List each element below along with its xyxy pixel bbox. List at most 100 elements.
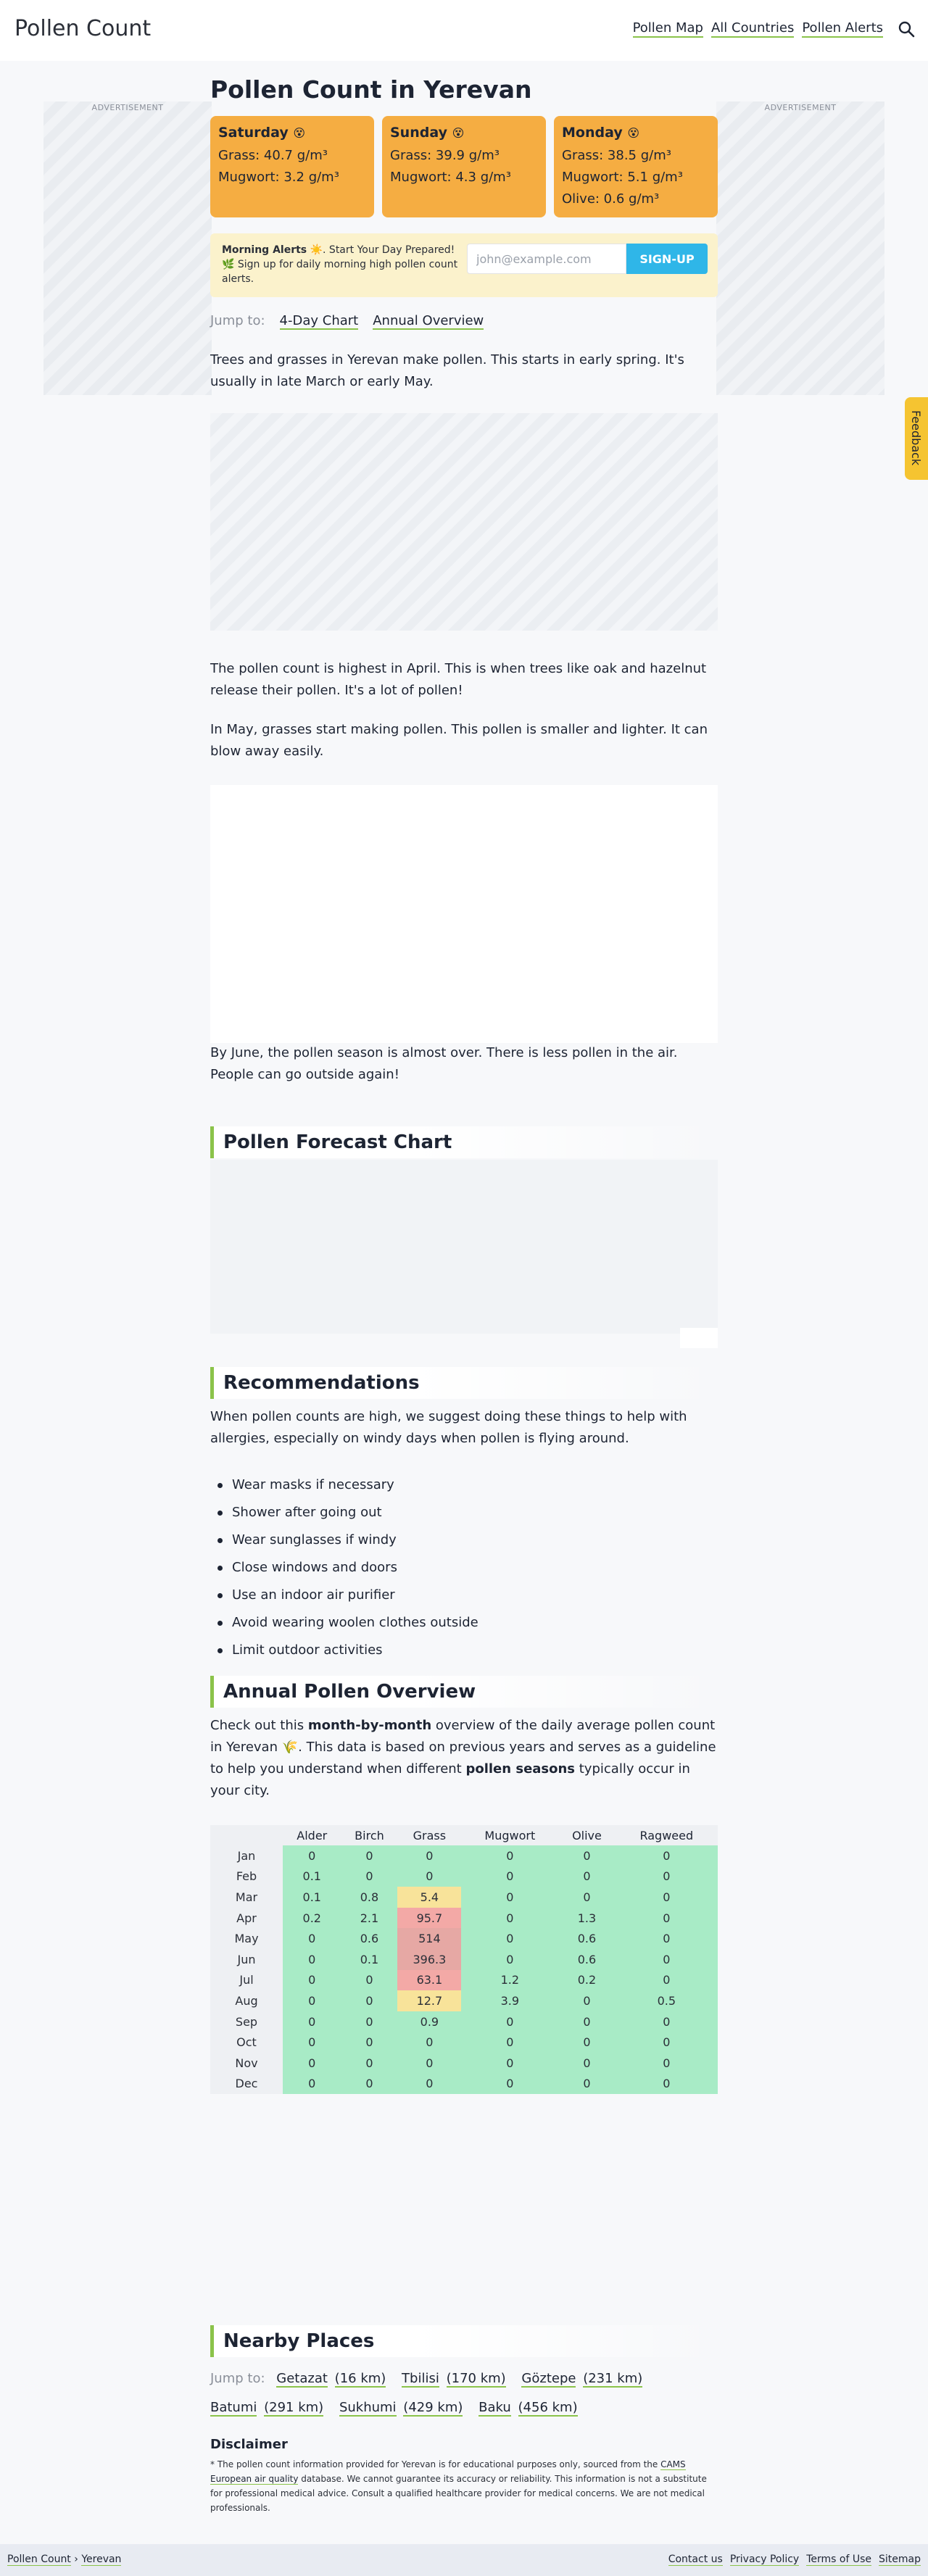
nearby-place: Göztepe (231 km) xyxy=(521,2364,645,2393)
table-cell: 0 xyxy=(283,2052,341,2074)
day-pollen-line: Mugwort: 5.1 g/m³ xyxy=(562,170,683,185)
table-cell: 0 xyxy=(283,1969,341,1991)
day-name: Saturday xyxy=(218,125,289,141)
table-cell: 0 xyxy=(461,1928,559,1949)
jump-link-annual-overview[interactable]: Annual Overview xyxy=(373,313,484,330)
table-cell: 514 xyxy=(397,1928,462,1949)
table-month-cell: Jan xyxy=(210,1845,283,1866)
table-month-cell: Jul xyxy=(210,1969,283,1991)
main-nav: Pollen Map All Countries Pollen Alerts xyxy=(632,20,883,38)
nearby-place-distance[interactable]: (429 km) xyxy=(403,2400,463,2417)
day-pollen-line: Grass: 40.7 g/m³ xyxy=(218,148,328,163)
nearby-place-distance[interactable]: (16 km) xyxy=(334,2371,386,2388)
email-field[interactable] xyxy=(467,244,626,274)
footer-privacy-link[interactable]: Privacy Policy xyxy=(729,2554,800,2566)
table-cell: 0 xyxy=(461,1887,559,1908)
table-month-cell: Aug xyxy=(210,1990,283,2011)
nearby-place-link[interactable]: Göztepe xyxy=(521,2371,576,2388)
search-icon[interactable] xyxy=(898,20,915,38)
nav-all-countries[interactable]: All Countries xyxy=(710,20,795,38)
dizzy-face-icon: 😵 xyxy=(452,126,465,140)
annual-intro-bold: pollen seasons xyxy=(465,1761,576,1777)
table-cell: 0.8 xyxy=(341,1887,398,1908)
nearby-place: Sukhumi (429 km) xyxy=(339,2393,465,2422)
site-title-link[interactable]: Pollen Count xyxy=(14,16,151,41)
table-cell: 0 xyxy=(558,2032,616,2053)
nearby-place: Batumi (291 km) xyxy=(210,2393,326,2422)
intro-paragraph: Trees and grasses in Yerevan make pollen… xyxy=(210,352,684,389)
annual-intro: Check out this month-by-month overview o… xyxy=(210,1715,718,1802)
nearby-place-link[interactable]: Baku xyxy=(478,2400,511,2417)
table-cell: 0.1 xyxy=(341,1948,398,1970)
chart-corner-panel xyxy=(680,1328,718,1348)
dizzy-face-icon: 😵 xyxy=(293,126,306,140)
forecast-days: Saturday 😵 Grass: 40.7 g/m³ Mugwort: 3.2… xyxy=(210,116,718,217)
table-header: Mugwort xyxy=(461,1825,559,1845)
alert-text-part1: . Start Your Day Prepared! xyxy=(323,244,455,256)
nearby-place-link[interactable]: Tbilisi xyxy=(402,2371,439,2388)
ad-inline-2[interactable] xyxy=(210,785,718,1043)
table-month-cell: Mar xyxy=(210,1887,283,1908)
nearby-places: Jump to: Getazat (16 km) Tbilisi (170 km… xyxy=(210,2364,718,2422)
table-cell: 95.7 xyxy=(397,1907,462,1929)
april-paragraph: The pollen count is highest in April. Th… xyxy=(210,661,707,698)
table-cell: 0 xyxy=(615,1845,718,1866)
table-cell: 3.9 xyxy=(461,1990,559,2011)
disclaimer-title: Disclaimer xyxy=(210,2437,288,2452)
breadcrumb-home[interactable]: Pollen Count xyxy=(7,2554,71,2566)
table-cell: 0 xyxy=(615,1928,718,1949)
nearby-place-distance[interactable]: (456 km) xyxy=(518,2400,578,2417)
may-paragraph: In May, grasses start making pollen. Thi… xyxy=(210,722,708,759)
list-item: Close windows and doors xyxy=(210,1554,718,1582)
jump-to-nav: Jump to: 4-Day Chart Annual Overview xyxy=(210,313,484,330)
footer-contact-link[interactable]: Contact us xyxy=(668,2554,723,2566)
table-cell: 63.1 xyxy=(397,1969,462,1991)
ad-left-sidebar[interactable] xyxy=(44,101,212,395)
table-cell: 0 xyxy=(341,1990,398,2011)
page-title: Pollen Count in Yerevan xyxy=(210,75,532,104)
nearby-place-link[interactable]: Batumi xyxy=(210,2400,257,2417)
breadcrumb: Pollen Count › Yerevan xyxy=(7,2554,122,2566)
table-cell: 0 xyxy=(461,2011,559,2032)
table-cell: 0 xyxy=(341,1969,398,1991)
table-cell: 0.5 xyxy=(615,1990,718,2011)
nav-pollen-map[interactable]: Pollen Map xyxy=(632,20,703,38)
jump-link-4-day-chart[interactable]: 4-Day Chart xyxy=(279,313,359,330)
annual-pollen-table: Alder Birch Grass Mugwort Olive Ragweed … xyxy=(210,1825,718,2095)
list-item: Shower after going out xyxy=(210,1499,718,1526)
table-cell: 0.6 xyxy=(558,1948,616,1970)
nearby-label: Jump to: xyxy=(210,2371,265,2386)
day-pollen-line: Grass: 39.9 g/m³ xyxy=(390,148,500,163)
recommendations-intro: When pollen counts are high, we suggest … xyxy=(210,1409,687,1446)
table-header-row: Alder Birch Grass Mugwort Olive Ragweed xyxy=(210,1825,718,1845)
table-cell: 0 xyxy=(397,2032,462,2053)
table-cell: 0 xyxy=(461,2073,559,2095)
nearby-place-distance[interactable]: (170 km) xyxy=(446,2371,506,2388)
footer-sitemap-link[interactable]: Sitemap xyxy=(879,2554,921,2566)
feedback-tab[interactable]: Feedback xyxy=(905,397,928,480)
table-cell: 0 xyxy=(283,2011,341,2032)
day-pollen-line: Mugwort: 3.2 g/m³ xyxy=(218,170,339,185)
ad-right-sidebar[interactable] xyxy=(716,101,884,395)
day-card-monday: Monday 😵 Grass: 38.5 g/m³ Mugwort: 5.1 g… xyxy=(554,116,718,217)
nearby-place-link[interactable]: Sukhumi xyxy=(339,2400,397,2417)
annual-intro-bold: month-by-month xyxy=(307,1718,432,1733)
table-cell: 0 xyxy=(461,1948,559,1970)
table-month-cell: Apr xyxy=(210,1907,283,1929)
nav-pollen-alerts[interactable]: Pollen Alerts xyxy=(802,20,883,38)
footer-terms-link[interactable]: Terms of Use xyxy=(806,2554,872,2566)
table-cell: 0 xyxy=(283,1928,341,1949)
signup-button[interactable]: SIGN-UP xyxy=(626,244,708,274)
table-cell: 0 xyxy=(558,1845,616,1866)
nearby-place-distance[interactable]: (291 km) xyxy=(264,2400,324,2417)
list-item: Wear sunglasses if windy xyxy=(210,1526,718,1554)
nearby-place-link[interactable]: Getazat xyxy=(276,2371,328,2388)
section-heading-nearby: Nearby Places xyxy=(210,2325,718,2357)
ad-inline-1[interactable] xyxy=(210,413,718,631)
table-cell: 0 xyxy=(397,2052,462,2074)
table-header: Grass xyxy=(397,1825,462,1845)
table-cell: 0 xyxy=(283,1990,341,2011)
nearby-place-distance[interactable]: (231 km) xyxy=(583,2371,643,2388)
breadcrumb-yerevan[interactable]: Yerevan xyxy=(81,2554,122,2566)
table-cell: 0 xyxy=(615,1948,718,1970)
